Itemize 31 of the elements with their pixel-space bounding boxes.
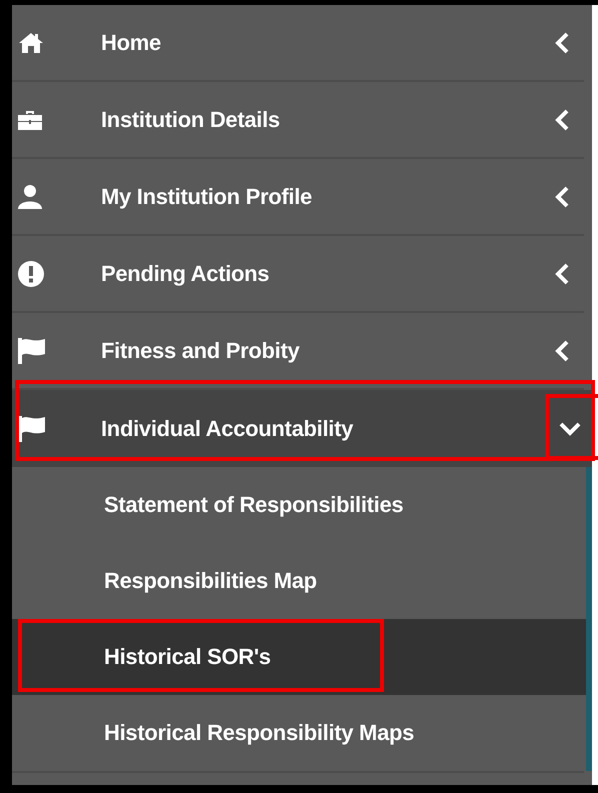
submenu-item[interactable]: Responsibilities Map bbox=[12, 543, 586, 619]
submenu-item-label: Statement of Responsibilities bbox=[104, 492, 404, 518]
menu-item-label: Individual Accountability bbox=[101, 416, 354, 442]
submenu-item[interactable]: Historical Responsibility Maps bbox=[12, 695, 586, 771]
menu-item-label: Home bbox=[101, 30, 162, 56]
submenu-item-label: Historical SOR's bbox=[104, 644, 271, 670]
chevron-left-icon bbox=[555, 186, 569, 208]
submenu-item[interactable]: Statement of Responsibilities bbox=[12, 467, 586, 543]
menu-item[interactable]: Pending Actions bbox=[12, 236, 584, 313]
flag-icon bbox=[18, 338, 46, 364]
menu-item[interactable]: Home bbox=[12, 5, 584, 82]
alert-icon bbox=[18, 260, 44, 286]
submenu-item-label: Historical Responsibility Maps bbox=[104, 720, 414, 746]
chevron-down-icon bbox=[559, 422, 581, 436]
menu-item-label: My Institution Profile bbox=[101, 184, 313, 210]
submenu-item-label: Responsibilities Map bbox=[104, 568, 317, 594]
user-icon bbox=[18, 184, 42, 208]
home-icon bbox=[18, 32, 44, 54]
chevron-left-icon bbox=[555, 32, 569, 54]
menu-item-label: Pending Actions bbox=[101, 260, 270, 286]
chevron-left-icon bbox=[555, 108, 569, 130]
menu-item[interactable]: Individual Accountability bbox=[12, 390, 592, 467]
chevron-left-icon bbox=[555, 340, 569, 362]
menu-item-label: Fitness and Probity bbox=[101, 338, 300, 364]
chevron-left-icon bbox=[555, 262, 569, 284]
submenu-item[interactable]: Historical SOR's bbox=[12, 619, 586, 695]
briefcase-icon bbox=[18, 108, 42, 130]
menu-item-label: Institution Details bbox=[101, 106, 281, 132]
flag-icon bbox=[18, 416, 46, 442]
menu-item[interactable]: Institution Details bbox=[12, 82, 584, 159]
menu-item[interactable]: My Institution Profile bbox=[12, 159, 584, 236]
